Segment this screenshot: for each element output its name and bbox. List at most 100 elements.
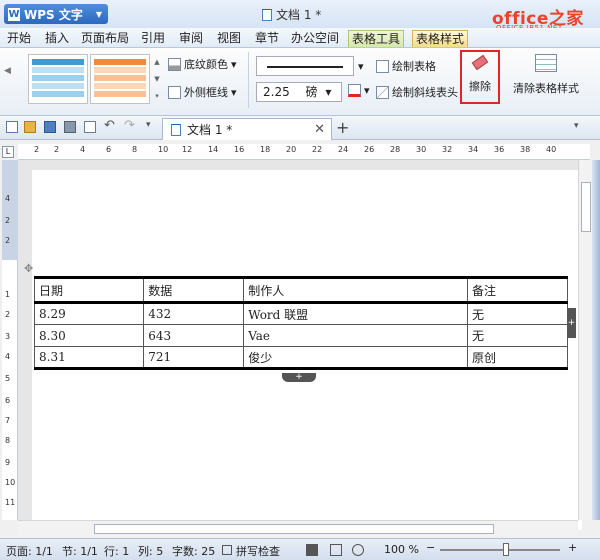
horizontal-scroll-thumb[interactable] xyxy=(94,524,494,534)
customize-toolbar-icon[interactable]: ▾ xyxy=(146,120,158,132)
line-style-dropdown-icon[interactable]: ▾ xyxy=(358,60,364,73)
status-zoom[interactable]: 100 % xyxy=(384,543,419,556)
outer-border-button[interactable]: 外侧框线 ▾ xyxy=(168,84,237,100)
undo-icon[interactable]: ↶ xyxy=(104,118,116,133)
menu-chapter[interactable]: 章节 xyxy=(252,30,282,47)
erase-label: 擦除 xyxy=(469,80,491,93)
add-column-button[interactable]: + xyxy=(567,308,576,338)
ruler-v-label: 2 xyxy=(5,310,11,319)
table-cell[interactable]: Vae xyxy=(243,324,469,347)
zoom-in-icon[interactable]: + xyxy=(568,541,577,554)
table-header-cell[interactable]: 数据 xyxy=(143,276,245,304)
data-table[interactable]: 日期 数据 制作人 备注 8.29 432 Word 联盟 无 8.30 643… xyxy=(33,276,568,370)
table-cell[interactable]: 8.31 xyxy=(33,346,145,370)
diagonal-header-icon xyxy=(376,85,389,99)
ribbon-scroll-left-icon[interactable]: ◀ xyxy=(4,66,11,76)
horizontal-scrollbar[interactable] xyxy=(18,520,578,536)
ruler-h-label: 6 xyxy=(106,145,112,154)
line-style-select[interactable] xyxy=(256,56,354,76)
table-header-row: 日期 数据 制作人 备注 xyxy=(33,276,568,304)
ruler-h-label: 2 xyxy=(54,145,60,154)
open-folder-icon[interactable] xyxy=(24,121,36,133)
status-wordcount[interactable]: 字数: 25 xyxy=(172,543,215,559)
ruler-h-label: 32 xyxy=(442,145,453,154)
table-cell[interactable]: 721 xyxy=(143,346,245,370)
zoom-slider-handle[interactable] xyxy=(503,543,509,556)
menu-table-tools[interactable]: 表格工具 xyxy=(348,30,405,47)
save-icon[interactable] xyxy=(44,121,56,133)
table-header-cell[interactable]: 日期 xyxy=(33,276,145,304)
status-page[interactable]: 页面: 1/1 xyxy=(6,543,53,559)
menu-references[interactable]: 引用 xyxy=(138,30,168,47)
redo-icon[interactable]: ↷ xyxy=(124,118,136,133)
table-move-handle-icon[interactable]: ✥ xyxy=(24,262,33,275)
status-spellcheck[interactable]: 拼写检查 xyxy=(236,543,280,559)
shading-color-button[interactable]: 底纹颜色 ▾ xyxy=(168,56,237,72)
gallery-more-icon[interactable]: ▾ xyxy=(152,88,162,105)
app-menu-button[interactable]: W WPS 文字 ▼ xyxy=(4,4,108,24)
menu-insert[interactable]: 插入 xyxy=(42,30,72,47)
pen-color-button[interactable]: ▾ xyxy=(348,84,370,97)
gallery-scroll[interactable]: ▲ ▼ ▾ xyxy=(152,54,162,106)
table-cell[interactable]: 643 xyxy=(143,324,245,347)
table-cell[interactable]: Word 联盟 xyxy=(243,302,469,325)
menu-home[interactable]: 开始 xyxy=(4,30,34,47)
zoom-out-icon[interactable]: − xyxy=(426,541,435,554)
vertical-scroll-thumb[interactable] xyxy=(581,182,591,232)
tab-menu-icon[interactable]: ▾ xyxy=(574,121,586,133)
table-cell[interactable]: 无 xyxy=(467,302,568,325)
line-width-unit: 磅 xyxy=(305,85,318,99)
gallery-down-icon[interactable]: ▼ xyxy=(152,71,162,88)
ruler-h-label: 30 xyxy=(416,145,427,154)
ruler-v-label: 6 xyxy=(5,396,11,405)
app-name: WPS 文字 xyxy=(24,7,83,22)
ruler-h-label: 2 xyxy=(34,145,40,154)
vertical-ruler[interactable]: 4 2 2 1 2 3 4 5 6 7 8 9 10 11 xyxy=(2,160,18,520)
print-icon[interactable] xyxy=(64,121,76,133)
table-cell[interactable]: 432 xyxy=(143,302,245,325)
table-cell[interactable]: 8.29 xyxy=(33,302,145,325)
ruler-v-label: 4 xyxy=(5,352,11,361)
draw-diagonal-label: 绘制斜线表头 xyxy=(392,86,458,99)
draw-table-button[interactable]: 绘制表格 xyxy=(376,58,436,74)
ruler-h-label: 22 xyxy=(312,145,323,154)
new-document-icon[interactable] xyxy=(6,121,18,133)
ruler-h-label: 18 xyxy=(260,145,271,154)
new-tab-icon[interactable]: + xyxy=(336,118,349,137)
table-cell[interactable]: 无 xyxy=(467,324,568,347)
tab-stop-selector[interactable]: L xyxy=(2,146,14,158)
clear-table-style-button[interactable]: 清除表格样式 xyxy=(510,54,582,104)
shading-color-label: 底纹颜色 xyxy=(184,58,228,71)
outline-view-icon[interactable] xyxy=(330,544,342,556)
menu-bar: 开始 插入 页面布局 引用 审阅 视图 章节 办公空间 表格工具 表格样式 xyxy=(0,28,600,48)
table-header-cell[interactable]: 制作人 xyxy=(243,276,469,304)
draw-diagonal-header-button[interactable]: 绘制斜线表头 xyxy=(376,84,458,100)
menu-view[interactable]: 视图 xyxy=(214,30,244,47)
menu-review[interactable]: 审阅 xyxy=(176,30,206,47)
print-preview-icon[interactable] xyxy=(84,121,96,133)
table-header-cell[interactable]: 备注 xyxy=(467,276,568,304)
table-cell[interactable]: 8.30 xyxy=(33,324,145,347)
erase-button[interactable]: 擦除 xyxy=(460,50,500,104)
table-cell[interactable]: 原创 xyxy=(467,346,568,370)
page-view-icon[interactable] xyxy=(306,544,318,556)
quick-access-tab-bar: ↶ ↷ ▾ 文档 1 * ✕ + ▾ xyxy=(0,116,600,140)
tab-document-1[interactable]: 文档 1 * ✕ xyxy=(162,118,332,140)
menu-page-layout[interactable]: 页面布局 xyxy=(78,30,132,47)
line-width-select[interactable]: 2.25 磅 ▾ xyxy=(256,82,342,102)
add-row-button[interactable]: + xyxy=(282,373,316,382)
chevron-down-icon: ▾ xyxy=(325,85,332,99)
table-style-orange[interactable] xyxy=(90,54,150,104)
table-style-blue[interactable] xyxy=(28,54,88,104)
menu-office-space[interactable]: 办公空间 xyxy=(288,30,342,47)
close-icon[interactable]: ✕ xyxy=(314,122,325,137)
horizontal-ruler[interactable]: 2 2 4 6 8 10 12 14 16 18 20 22 24 26 28 … xyxy=(18,144,590,160)
zoom-slider[interactable] xyxy=(440,549,560,551)
vertical-scrollbar[interactable] xyxy=(578,160,592,520)
gallery-up-icon[interactable]: ▲ xyxy=(152,54,162,71)
menu-table-style[interactable]: 表格样式 xyxy=(412,30,469,47)
table-cell[interactable]: 俊少 xyxy=(243,346,469,370)
spellcheck-checkbox[interactable] xyxy=(222,545,232,555)
side-panel-handle[interactable] xyxy=(592,160,600,520)
web-view-icon[interactable] xyxy=(352,544,364,556)
